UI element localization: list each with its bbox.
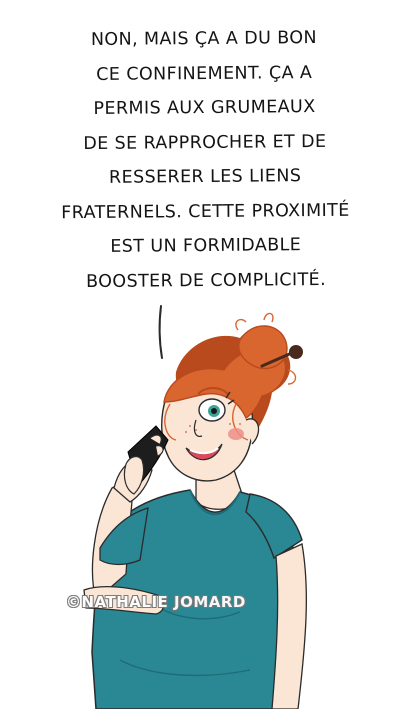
- cheek-blush: [228, 428, 244, 440]
- caption-line-2: CE CONFINEMENT. ÇA A: [96, 62, 313, 85]
- speech-tail: [158, 305, 163, 359]
- caption-line-4: DE SE RAPPROCHER ET DE: [83, 131, 327, 154]
- caption-line-3: PERMIS AUX GRUMEAUX: [93, 97, 316, 119]
- pupil: [211, 408, 217, 414]
- caption-line-7: EST UN FORMIDABLE: [110, 235, 302, 257]
- woman-on-phone-illustration: [83, 305, 308, 709]
- caption-line-6: FRATERNELS. CETTE PROXIMITÉ: [61, 200, 350, 223]
- hair-stick-knob: [289, 345, 303, 359]
- caption-line-1: NON, MAIS ÇA A DU BON: [90, 28, 318, 50]
- copyright-watermark: ©NATHALIE JOMARD: [66, 593, 246, 611]
- speech-caption: NON, MAIS ÇA A DU BON CE CONFINEMENT. ÇA…: [13, 20, 397, 299]
- right-arm: [271, 543, 308, 709]
- caption-line-5: RESSERER LES LIENS: [108, 166, 302, 188]
